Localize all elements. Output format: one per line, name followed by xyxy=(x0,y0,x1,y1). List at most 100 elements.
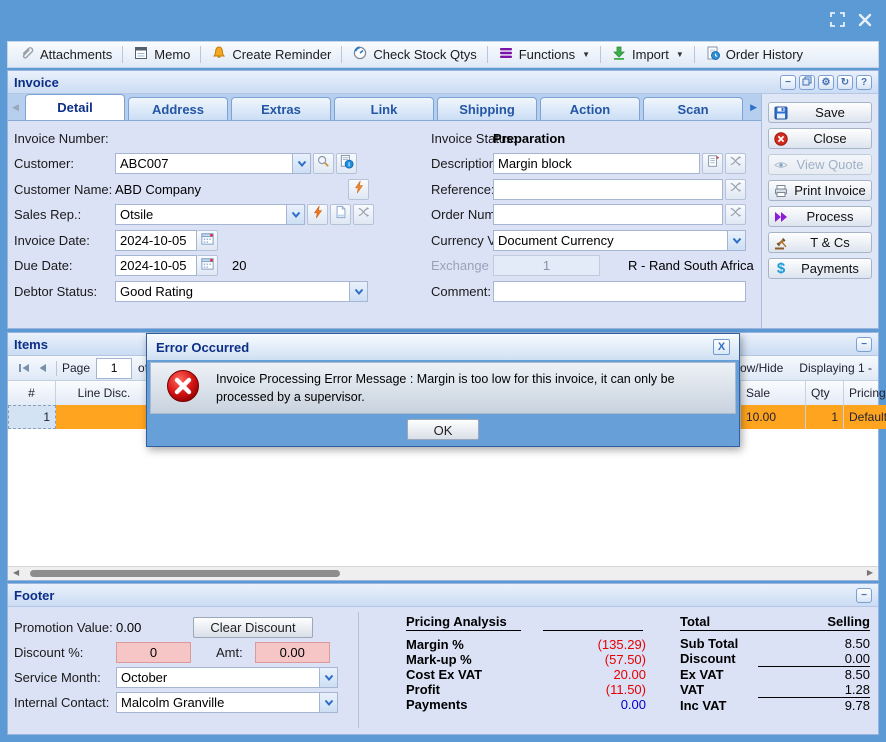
prev-page-icon[interactable] xyxy=(38,363,47,373)
invoice-date-input[interactable] xyxy=(115,230,197,251)
row-num-cell[interactable]: 1 xyxy=(8,405,56,429)
description-shuffle-button[interactable] xyxy=(725,153,746,174)
footer-minimize-icon[interactable]: − xyxy=(856,588,872,603)
tab-link[interactable]: Link xyxy=(334,97,434,120)
create-reminder-button[interactable]: Create Reminder xyxy=(203,43,339,66)
chevron-down-icon[interactable] xyxy=(727,231,745,250)
page-input[interactable] xyxy=(96,358,132,379)
tab-action[interactable]: Action xyxy=(540,97,640,120)
customer-name-value: ABD Company xyxy=(115,182,201,197)
fullscreen-icon[interactable] xyxy=(830,12,845,32)
discount-value: 0.00 xyxy=(758,651,870,667)
clear-discount-button[interactable]: Clear Discount xyxy=(193,617,313,638)
panel-minimize-icon[interactable]: − xyxy=(780,75,796,90)
chevron-down-icon[interactable] xyxy=(286,205,304,224)
dialog-close-icon[interactable]: X xyxy=(713,339,730,355)
column-header-sale[interactable]: Sale xyxy=(741,381,806,405)
column-header-line-disc[interactable]: Line Disc. xyxy=(56,381,153,405)
chevron-down-icon[interactable] xyxy=(292,154,310,173)
due-date-calendar-button[interactable] xyxy=(197,255,218,276)
payments-button[interactable]: $ Payments xyxy=(768,258,872,279)
process-button[interactable]: Process xyxy=(768,206,872,227)
sales-rep-lightning-button[interactable] xyxy=(307,204,328,225)
panel-help-icon[interactable]: ? xyxy=(856,75,872,90)
chevron-down-icon[interactable] xyxy=(349,282,367,301)
print-invoice-button[interactable]: Print Invoice xyxy=(768,180,872,201)
import-button[interactable]: Import ▼ xyxy=(603,43,692,66)
error-dialog-titlebar[interactable]: Error Occurred X xyxy=(147,334,739,360)
currency-view-combo[interactable]: Document Currency xyxy=(493,230,746,251)
tab-scroll-left-icon[interactable]: ◀ xyxy=(12,102,19,113)
ok-button[interactable]: OK xyxy=(407,419,479,440)
items-minimize-icon[interactable]: − xyxy=(856,337,872,352)
tab-detail[interactable]: Detail xyxy=(25,94,125,120)
tab-shipping[interactable]: Shipping xyxy=(437,97,537,120)
sales-rep-document-button[interactable] xyxy=(330,204,351,225)
memo-label: Memo xyxy=(154,47,190,62)
scroll-left-icon[interactable]: ◀ xyxy=(13,568,19,577)
import-arrow-icon xyxy=(611,45,627,64)
reference-shuffle-button[interactable] xyxy=(725,179,746,200)
save-button[interactable]: Save xyxy=(768,102,872,123)
row-pricing-cell[interactable]: Default xyxy=(844,405,886,429)
dropdown-caret-icon: ▼ xyxy=(582,50,590,59)
sales-rep-combo[interactable]: Otsile xyxy=(115,204,305,225)
column-header-pricing[interactable]: Pricing level xyxy=(844,381,886,405)
tab-scan[interactable]: Scan xyxy=(643,97,743,120)
internal-contact-combo[interactable]: Malcolm Granville xyxy=(116,692,338,713)
customer-combo[interactable]: ABC007 xyxy=(115,153,311,174)
total-title: Total xyxy=(680,614,710,629)
customer-search-button[interactable] xyxy=(313,153,334,174)
column-header-num[interactable]: # xyxy=(8,381,56,405)
tcs-button[interactable]: T & Cs xyxy=(768,232,872,253)
tab-extras[interactable]: Extras xyxy=(231,97,331,120)
first-page-icon[interactable] xyxy=(18,363,30,373)
eye-icon xyxy=(769,157,793,173)
vat-label: VAT xyxy=(680,682,758,698)
sales-rep-value: Otsile xyxy=(116,207,286,222)
scroll-right-icon[interactable]: ▶ xyxy=(867,568,873,577)
vat-value: 1.28 xyxy=(758,682,870,698)
description-input[interactable] xyxy=(493,153,700,174)
panel-restore-icon[interactable] xyxy=(799,75,815,90)
customer-info-button[interactable]: i xyxy=(336,153,357,174)
invoice-tabs: ◀ Detail Address Extras Link Shipping Ac… xyxy=(8,94,761,121)
close-icon[interactable] xyxy=(858,13,872,32)
row-line-disc-cell[interactable] xyxy=(56,405,153,429)
debtor-status-combo[interactable]: Good Rating xyxy=(115,281,368,302)
floppy-icon xyxy=(769,105,793,121)
chevron-down-icon[interactable] xyxy=(319,668,337,687)
error-icon xyxy=(165,368,201,409)
row-qty-cell[interactable]: 1 xyxy=(806,405,844,429)
tab-scroll-right-icon[interactable]: ▶ xyxy=(750,102,757,113)
due-date-input[interactable] xyxy=(115,255,197,276)
reference-input[interactable] xyxy=(493,179,723,200)
description-document-button[interactable] xyxy=(702,153,723,174)
memo-button[interactable]: Memo xyxy=(125,43,198,66)
scrollbar-thumb[interactable] xyxy=(30,570,340,577)
horizontal-scrollbar[interactable]: ◀ ▶ xyxy=(8,566,878,580)
service-month-combo[interactable]: October xyxy=(116,667,338,688)
row-sale-cell[interactable]: 10.00 xyxy=(741,405,806,429)
promotion-value: 0.00 xyxy=(116,620,141,635)
column-header-qty[interactable]: Qty xyxy=(806,381,844,405)
pricing-row-profit: Profit (11.50) xyxy=(406,682,654,697)
discount-percent-input[interactable] xyxy=(116,642,191,663)
invoice-date-calendar-button[interactable] xyxy=(197,230,218,251)
close-button[interactable]: Close xyxy=(768,128,872,149)
order-history-button[interactable]: Order History xyxy=(697,43,811,66)
check-stock-button[interactable]: Check Stock Qtys xyxy=(344,43,484,66)
tab-address[interactable]: Address xyxy=(128,97,228,120)
sales-rep-shuffle-button[interactable] xyxy=(353,204,374,225)
order-number-shuffle-button[interactable] xyxy=(725,204,746,225)
order-number-input[interactable] xyxy=(493,204,723,225)
panel-refresh-icon[interactable]: ↻ xyxy=(837,75,853,90)
functions-button[interactable]: Functions ▼ xyxy=(490,43,598,66)
attachments-button[interactable]: Attachments xyxy=(11,43,120,66)
chevron-down-icon[interactable] xyxy=(319,693,337,712)
toolbar-separator xyxy=(122,46,123,63)
discount-amt-input[interactable] xyxy=(255,642,330,663)
customer-name-lightning-button[interactable] xyxy=(348,179,369,200)
panel-settings-icon[interactable]: ⚙ xyxy=(818,75,834,90)
comment-input[interactable] xyxy=(493,281,746,302)
